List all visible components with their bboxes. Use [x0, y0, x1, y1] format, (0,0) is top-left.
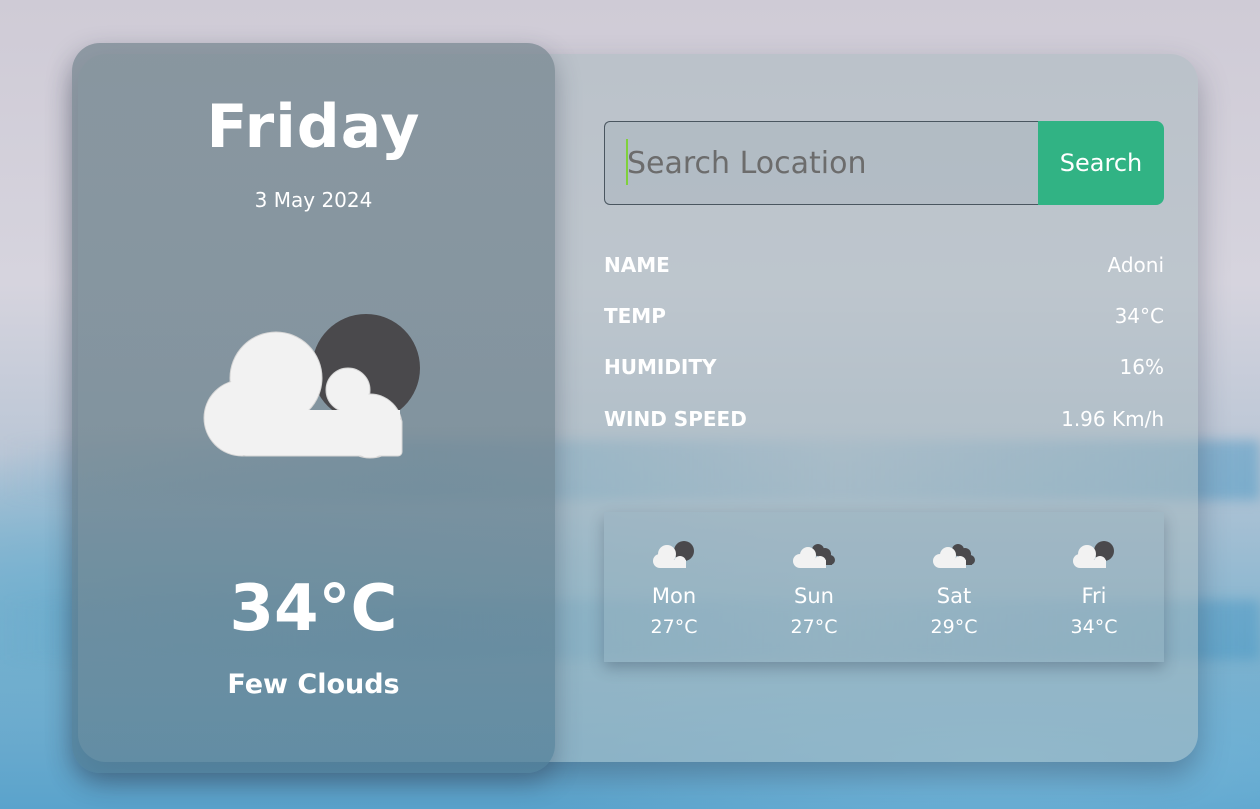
detail-label: WIND SPEED [604, 407, 747, 431]
forecast-item[interactable]: Sat 29°C [894, 540, 1014, 662]
detail-label: HUMIDITY [604, 355, 717, 379]
date-label: 3 May 2024 [254, 188, 373, 212]
detail-label: NAME [604, 253, 670, 277]
forecast-day: Sat [936, 584, 972, 608]
few-clouds-night-icon [1073, 541, 1114, 568]
search-button[interactable]: Search [1038, 121, 1164, 205]
text-caret [626, 139, 628, 185]
scattered-clouds-icon [793, 544, 835, 568]
detail-row-humidity: HUMIDITY 16% [604, 352, 1164, 382]
forecast-day: Mon [651, 584, 697, 608]
forecast-temp: 34°C [1070, 616, 1118, 638]
forecast-item[interactable]: Mon 27°C [614, 540, 734, 662]
forecast-temp: 27°C [650, 616, 698, 638]
forecast-strip: Mon 27°C Sun 27°C Sat 29°C Fri 34°C [604, 512, 1164, 662]
detail-value: 16% [1119, 355, 1164, 379]
day-title: Friday [206, 92, 421, 162]
detail-value: 34°C [1114, 304, 1164, 328]
weather-description: Few Clouds [227, 669, 400, 700]
search-bar: Search [604, 121, 1164, 205]
forecast-temp: 29°C [930, 616, 978, 638]
few-clouds-night-icon [203, 314, 420, 459]
forecast-day: Sun [794, 584, 834, 608]
forecast-day: Fri [1081, 584, 1107, 608]
search-input[interactable] [604, 121, 1038, 205]
forecast-item[interactable]: Sun 27°C [754, 540, 874, 662]
detail-value: Adoni [1107, 253, 1165, 277]
detail-row-wind-speed: WIND SPEED 1.96 Km/h [604, 404, 1164, 434]
detail-value: 1.96 Km/h [1061, 407, 1164, 431]
current-temperature: 34°C [229, 572, 398, 646]
few-clouds-night-icon [653, 541, 694, 568]
detail-row-name: NAME Adoni [604, 250, 1164, 280]
detail-row-temp: TEMP 34°C [604, 301, 1164, 331]
forecast-temp: 27°C [790, 616, 838, 638]
forecast-item[interactable]: Fri 34°C [1034, 540, 1154, 662]
detail-label: TEMP [604, 304, 666, 328]
scattered-clouds-icon [933, 544, 975, 568]
